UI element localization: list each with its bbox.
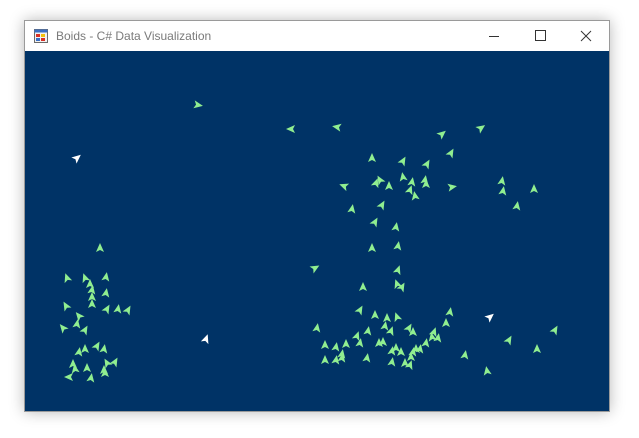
boid-marker: [99, 344, 108, 354]
boid-marker: [498, 186, 507, 196]
predator-marker: [484, 313, 494, 323]
boid-marker: [385, 181, 393, 190]
boid-marker: [549, 325, 558, 336]
boid-marker: [530, 184, 538, 193]
boid-marker: [321, 355, 329, 364]
boid-marker: [75, 312, 85, 322]
boid-marker: [397, 156, 406, 167]
boid-marker: [497, 176, 506, 186]
boid-marker: [101, 288, 110, 298]
boid-marker: [512, 201, 521, 211]
boid-marker: [421, 338, 430, 348]
boid-marker: [445, 148, 454, 159]
boid-marker: [387, 357, 396, 367]
boid-marker: [79, 325, 88, 336]
minimize-button[interactable]: [471, 21, 517, 51]
close-icon: [580, 30, 592, 42]
boid-marker: [64, 273, 73, 284]
boid-marker: [503, 335, 512, 346]
boid-marker: [64, 373, 73, 381]
boid-marker: [407, 177, 416, 187]
window-title: Boids - C# Data Visualization: [56, 29, 212, 43]
boid-marker: [331, 342, 340, 352]
boid-marker: [533, 344, 541, 353]
boid-marker: [368, 153, 376, 162]
boid-marker: [369, 217, 378, 228]
boid-marker: [309, 265, 320, 274]
boid-marker: [380, 321, 389, 331]
predator-marker: [200, 334, 209, 345]
boid-marker: [312, 323, 321, 333]
boid-marker: [436, 130, 446, 140]
close-button[interactable]: [563, 21, 609, 51]
boid-marker: [86, 373, 95, 383]
boid-marker: [368, 243, 376, 252]
boid-marker: [332, 123, 342, 132]
boid-marker: [445, 307, 454, 317]
boid-marker: [392, 265, 401, 276]
boid-marker: [363, 326, 372, 336]
boid-marker: [355, 338, 364, 348]
boid-marker: [342, 339, 350, 348]
boid-marker: [321, 340, 329, 349]
boid-marker: [59, 324, 69, 334]
boid-marker: [399, 172, 408, 182]
predator-marker: [71, 154, 81, 164]
minimize-icon: [489, 36, 499, 37]
app-window: Boids - C# Data Visualization: [24, 20, 610, 412]
boid-marker: [376, 200, 385, 211]
boid-marker: [81, 344, 89, 353]
boid-marker: [460, 350, 469, 360]
boid-marker: [354, 305, 363, 316]
boid-marker: [359, 282, 367, 291]
boid-marker: [483, 366, 492, 376]
boid-marker: [383, 313, 391, 322]
app-form-icon: [34, 29, 48, 43]
boid-marker: [109, 357, 118, 368]
boid-marker: [113, 304, 122, 314]
boids-canvas[interactable]: [25, 51, 609, 411]
title-bar[interactable]: Boids - C# Data Visualization: [25, 21, 609, 51]
boid-marker: [347, 204, 356, 214]
boid-marker: [447, 183, 457, 192]
boid-marker: [63, 301, 72, 312]
maximize-icon: [535, 30, 546, 41]
boid-marker: [385, 326, 394, 337]
boid-marker: [96, 243, 104, 252]
boid-marker: [101, 272, 110, 282]
boid-marker: [104, 358, 113, 369]
boid-marker: [394, 312, 403, 323]
boid-marker: [122, 305, 131, 316]
boids-field: [59, 100, 558, 383]
maximize-button[interactable]: [517, 21, 563, 51]
boid-marker: [72, 319, 81, 329]
boid-marker: [193, 100, 203, 109]
boid-marker: [371, 310, 379, 319]
boid-marker: [362, 353, 371, 363]
boid-marker: [286, 125, 295, 133]
boid-marker: [475, 125, 486, 134]
boid-marker: [339, 183, 350, 192]
boid-marker: [421, 159, 430, 170]
boid-marker: [393, 241, 402, 251]
boid-marker: [101, 304, 110, 315]
boid-marker: [82, 273, 91, 284]
boid-marker: [83, 363, 91, 372]
boid-marker: [391, 222, 400, 232]
boid-marker: [442, 318, 450, 327]
